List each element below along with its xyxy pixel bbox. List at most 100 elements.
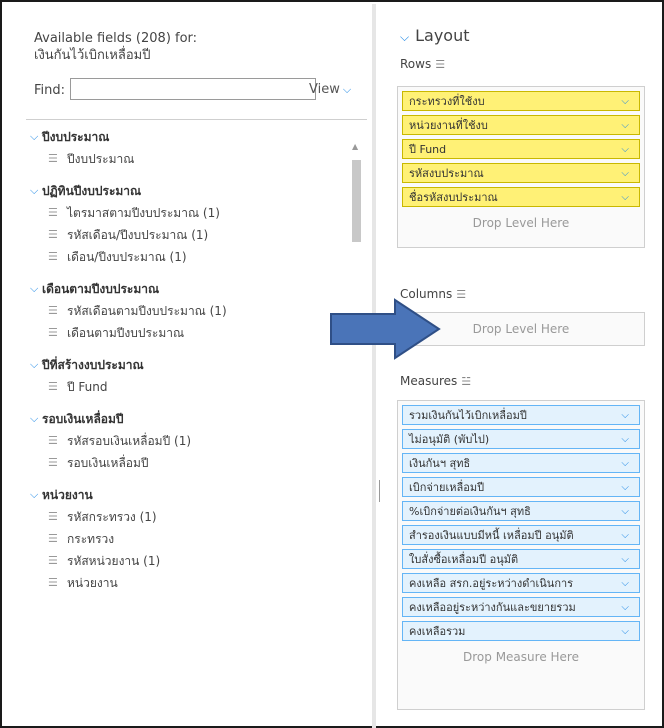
field-item-label: ไตรมาสตามปีงบประมาณ (1)	[67, 205, 220, 220]
field-group-label: เดือนตามปีงบประมาณ	[42, 281, 160, 296]
splitter-grip[interactable]	[379, 480, 380, 502]
layers-icon: ☰	[48, 532, 58, 545]
field-tree: ⌵ ปีงบประมาณ ☰ ปีงบประมาณ ⌵ ปฏิทินปีงบประมาณ ☰…	[26, 124, 351, 720]
field-group-header[interactable]: ⌵ ปฏิทินปีงบประมาณ	[26, 180, 351, 202]
scroll-up-icon[interactable]: ▲	[352, 142, 358, 151]
measure-pill[interactable]: รวมเงินกันไว้เบิกเหลื่อมปี ⌵	[402, 405, 640, 425]
pill-label: สำรองเงินแบบมีหนี้ เหลื่อมปี อนุมัติ	[409, 529, 574, 542]
field-item[interactable]: ☰ รหัสรอบเงินเหลื่อมปี (1)	[26, 430, 351, 452]
rows-drop-zone[interactable]: กระทรวงที่ใช้งบ ⌵ หน่วยงานที่ใช้งบ ⌵ ปี Fund…	[397, 86, 645, 248]
field-group: ⌵ หน่วยงาน ☰ รหัสกระทรวง (1) ☰ กระทรวง ☰ รหัสหน…	[26, 484, 351, 594]
divider	[26, 119, 367, 120]
field-item[interactable]: ☰ รอบเงินเหลื่อมปี	[26, 452, 351, 474]
layout-header[interactable]: ⌵ Layout	[400, 26, 470, 45]
pill-label: คงเหลือ สรก.อยู่ระหว่างดำเนินการ	[409, 577, 574, 590]
chevron-down-icon: ⌵	[342, 83, 352, 96]
row-level-pill[interactable]: หน่วยงานที่ใช้งบ ⌵	[402, 115, 640, 135]
chevron-down-icon: ⌵	[30, 282, 39, 295]
chevron-down-icon[interactable]: ⌵	[621, 602, 629, 613]
find-input[interactable]	[70, 78, 316, 100]
chevron-down-icon[interactable]: ⌵	[621, 168, 629, 179]
chevron-down-icon: ⌵	[30, 412, 39, 425]
vertical-scrollbar[interactable]: ▲	[349, 138, 363, 718]
field-item[interactable]: ☰ กระทรวง	[26, 528, 351, 550]
layers-icon: ☰	[435, 58, 446, 71]
field-item[interactable]: ☰ รหัสเดือน/ปีงบประมาณ (1)	[26, 224, 351, 246]
chevron-down-icon[interactable]: ⌵	[621, 192, 629, 203]
chevron-down-icon[interactable]: ⌵	[621, 530, 629, 541]
row-level-pill[interactable]: กระทรวงที่ใช้งบ ⌵	[402, 91, 640, 111]
layers-icon: ☰	[48, 380, 58, 393]
layers-icon: ☰	[48, 576, 58, 589]
field-item[interactable]: ☰ รหัสกระทรวง (1)	[26, 506, 351, 528]
chevron-down-icon[interactable]: ⌵	[621, 626, 629, 637]
chevron-down-icon[interactable]: ⌵	[621, 578, 629, 589]
rows-label-text: Rows	[400, 57, 432, 71]
field-item[interactable]: ☰ รหัสหน่วยงาน (1)	[26, 550, 351, 572]
measure-pill[interactable]: เบิกจ่ายเหลื่อมปี ⌵	[402, 477, 640, 497]
measures-drop-zone[interactable]: รวมเงินกันไว้เบิกเหลื่อมปี ⌵ ไม่อนุมัติ (พ…	[397, 400, 645, 710]
field-group-label: รอบเงินเหลื่อมปี	[42, 411, 124, 426]
layout-title: Layout	[415, 26, 470, 45]
field-group-label: ปฏิทินปีงบประมาณ	[42, 183, 142, 198]
field-item-label: ปี Fund	[67, 379, 108, 394]
field-item[interactable]: ☰ ไตรมาสตามปีงบประมาณ (1)	[26, 202, 351, 224]
pill-label: เบิกจ่ายเหลื่อมปี	[409, 481, 485, 494]
field-item[interactable]: ☰ เดือน/ปีงบประมาณ (1)	[26, 246, 351, 268]
measure-pill[interactable]: คงเหลือ สรก.อยู่ระหว่างดำเนินการ ⌵	[402, 573, 640, 593]
measure-pill[interactable]: สำรองเงินแบบมีหนี้ เหลื่อมปี อนุมัติ ⌵	[402, 525, 640, 545]
view-button[interactable]: View ⌵	[309, 82, 351, 97]
chevron-down-icon[interactable]: ⌵	[621, 506, 629, 517]
field-group: ⌵ ปีที่สร้างงบประมาณ ☰ ปี Fund	[26, 354, 351, 398]
pill-label: กระทรวงที่ใช้งบ	[409, 95, 485, 108]
field-group-header[interactable]: ⌵ หน่วยงาน	[26, 484, 351, 506]
measure-pill[interactable]: ใบสั่งซื้อเหลื่อมปี อนุมัติ ⌵	[402, 549, 640, 569]
panel-splitter[interactable]	[372, 4, 376, 728]
field-item-label: รหัสกระทรวง (1)	[67, 509, 157, 524]
field-group-header[interactable]: ⌵ เดือนตามปีงบประมาณ	[26, 278, 351, 300]
field-group-label: หน่วยงาน	[42, 487, 93, 502]
chevron-down-icon[interactable]: ⌵	[621, 96, 629, 107]
row-level-pill[interactable]: ปี Fund ⌵	[402, 139, 640, 159]
layers-icon: ☰	[48, 152, 58, 165]
pill-label: ใบสั่งซื้อเหลื่อมปี อนุมัติ	[409, 553, 519, 566]
field-item-label: เดือน/ปีงบประมาณ (1)	[67, 249, 187, 264]
pill-label: ไม่อนุมัติ (พับไป)	[409, 433, 490, 446]
measure-pill[interactable]: คงเหลืออยู่ระหว่างกันและขยายรวม ⌵	[402, 597, 640, 617]
chevron-down-icon[interactable]: ⌵	[621, 554, 629, 565]
pill-label: %เบิกจ่ายต่อเงินกันฯ สุทธิ	[409, 505, 531, 518]
layers-icon: ☰	[48, 304, 58, 317]
chevron-down-icon[interactable]: ⌵	[621, 410, 629, 421]
chevron-down-icon: ⌵	[30, 184, 39, 197]
field-item-label: หน่วยงาน	[67, 575, 118, 590]
measure-pill[interactable]: %เบิกจ่ายต่อเงินกันฯ สุทธิ ⌵	[402, 501, 640, 521]
field-group-header[interactable]: ⌵ ปีงบประมาณ	[26, 126, 351, 148]
field-group-header[interactable]: ⌵ ปีที่สร้างงบประมาณ	[26, 354, 351, 376]
measures-drop-placeholder: Drop Measure Here	[463, 650, 579, 664]
row-level-pill[interactable]: ชื่อรหัสงบประมาณ ⌵	[402, 187, 640, 207]
chevron-down-icon[interactable]: ⌵	[621, 144, 629, 155]
field-item[interactable]: ☰ ปี Fund	[26, 376, 351, 398]
pill-label: เงินกันฯ สุทธิ	[409, 457, 471, 470]
layers-icon: ☰	[48, 326, 58, 339]
measure-pill[interactable]: ไม่อนุมัติ (พับไป) ⌵	[402, 429, 640, 449]
field-group-header[interactable]: ⌵ รอบเงินเหลื่อมปี	[26, 408, 351, 430]
field-item[interactable]: ☰ ปีงบประมาณ	[26, 148, 351, 170]
scroll-thumb[interactable]	[352, 160, 361, 242]
measure-pill[interactable]: คงเหลือรวม ⌵	[402, 621, 640, 641]
field-item[interactable]: ☰ เดือนตามปีงบประมาณ	[26, 322, 351, 344]
chevron-down-icon: ⌵	[30, 130, 39, 143]
rows-drop-placeholder: Drop Level Here	[472, 216, 570, 230]
rows-label: Rows ☰	[400, 57, 445, 71]
field-item[interactable]: ☰ หน่วยงาน	[26, 572, 351, 594]
layers-icon: ☰	[48, 228, 58, 241]
field-item-label: รหัสรอบเงินเหลื่อมปี (1)	[67, 433, 192, 448]
layers-icon: ☰	[48, 554, 58, 567]
chevron-down-icon[interactable]: ⌵	[621, 120, 629, 131]
field-item[interactable]: ☰ รหัสเดือนตามปีงบประมาณ (1)	[26, 300, 351, 322]
chevron-down-icon[interactable]: ⌵	[621, 434, 629, 445]
chevron-down-icon[interactable]: ⌵	[621, 458, 629, 469]
chevron-down-icon[interactable]: ⌵	[621, 482, 629, 493]
measure-pill[interactable]: เงินกันฯ สุทธิ ⌵	[402, 453, 640, 473]
row-level-pill[interactable]: รหัสงบประมาณ ⌵	[402, 163, 640, 183]
